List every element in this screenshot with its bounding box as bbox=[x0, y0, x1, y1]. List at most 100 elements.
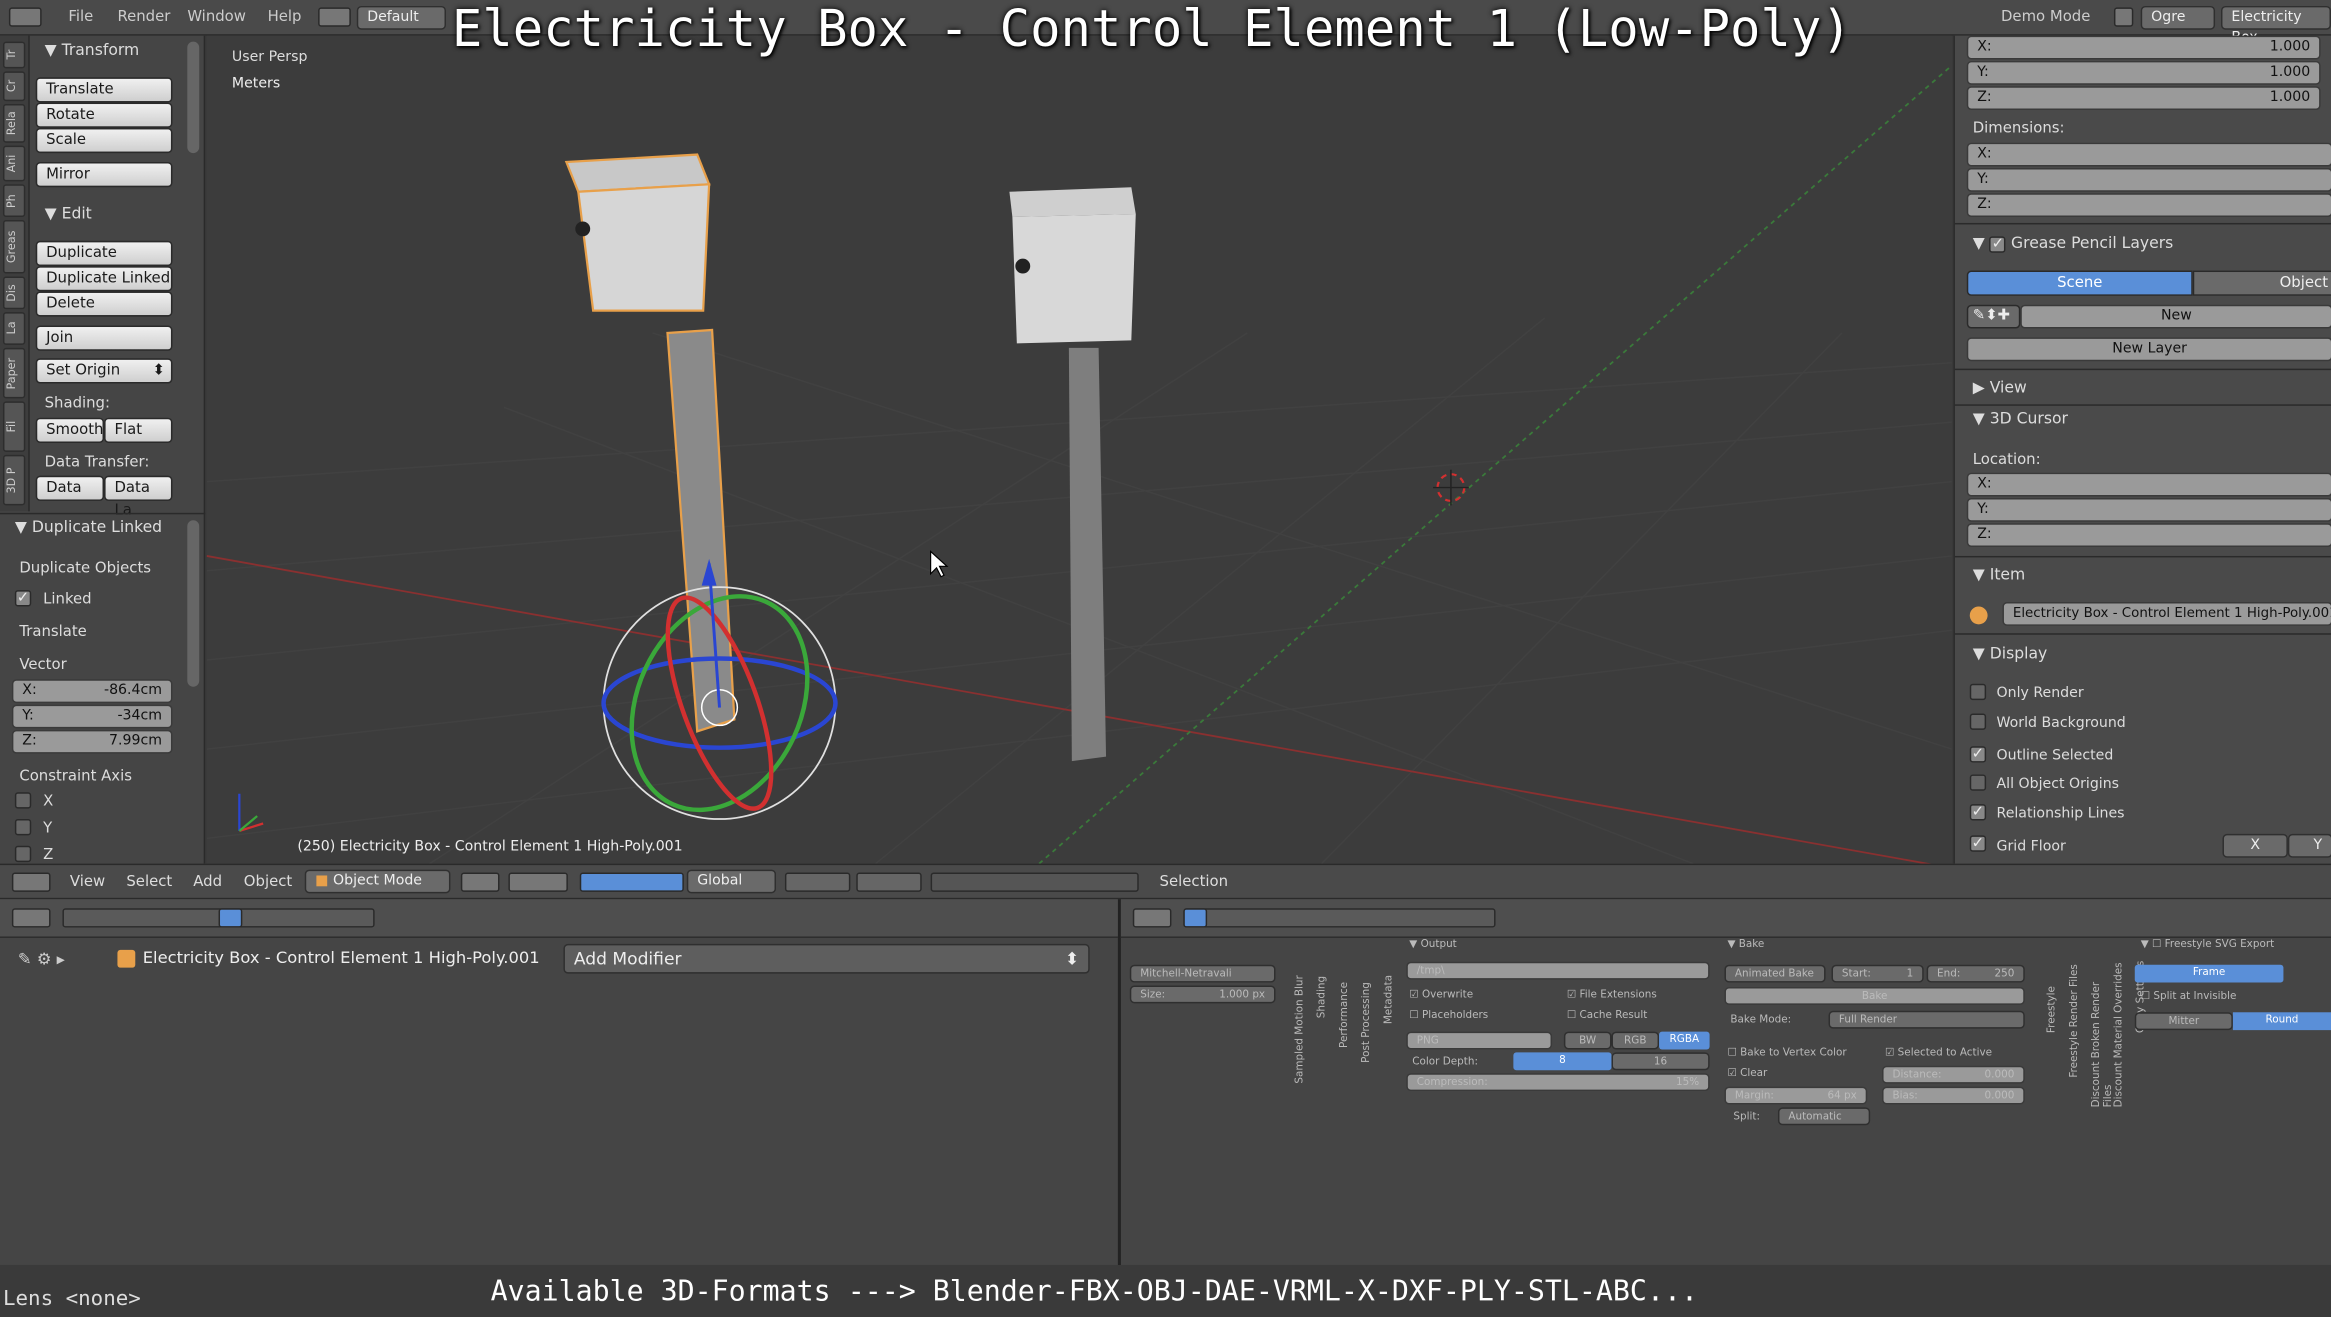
tab-object[interactable]: Object bbox=[2192, 270, 2331, 296]
join-button[interactable]: Join bbox=[35, 325, 173, 351]
rgb-button[interactable]: RGB bbox=[1611, 1031, 1660, 1050]
only-render-checkbox[interactable] bbox=[1969, 683, 1987, 701]
vtab-shading[interactable]: Shading bbox=[1316, 959, 1328, 1018]
engine-dropdown[interactable]: Ogre bbox=[2140, 5, 2216, 30]
3d-cursor-header[interactable]: ▼ 3D Cursor bbox=[1973, 410, 2068, 428]
tab-tools[interactable]: Tr bbox=[2, 41, 26, 69]
pencil-icon[interactable]: ✎⬍✚ bbox=[1966, 304, 2021, 329]
menu-object[interactable]: Object bbox=[244, 874, 292, 890]
tab-scene[interactable]: Scene bbox=[1966, 270, 2193, 296]
render-camera-icon[interactable] bbox=[1183, 908, 1208, 928]
3d-viewport[interactable]: User Persp Meters (250) Electricity Box … bbox=[206, 35, 1952, 864]
tab-physics[interactable]: Ph bbox=[2, 184, 26, 218]
scene-name[interactable]: Electricity Box bbox=[2220, 5, 2331, 46]
scale-x-field[interactable]: X: 1.000 bbox=[1966, 35, 2321, 60]
grease-pencil-header[interactable]: ▼ Grease Pencil Layers bbox=[1973, 235, 2174, 253]
duplicate-linked-button[interactable]: Duplicate Linked bbox=[35, 266, 173, 292]
tab-grease[interactable]: Greas bbox=[2, 219, 26, 274]
overwrite-option[interactable]: ☑ Overwrite bbox=[1409, 988, 1473, 1000]
bias-field[interactable]: Bias: 0.000 bbox=[1882, 1086, 2025, 1105]
placeholders-option[interactable]: ☐ Placeholders bbox=[1409, 1009, 1488, 1021]
cursor-z-field[interactable]: Z: bbox=[1966, 523, 2331, 548]
add-modifier-dropdown[interactable]: Add Modifier ⬍ bbox=[563, 943, 1090, 974]
vtab-freestyle[interactable]: Freestyle bbox=[2046, 959, 2058, 1033]
mode-dropdown[interactable]: ■ Object Mode bbox=[304, 869, 451, 894]
scale-z-field[interactable]: Z: 1.000 bbox=[1966, 86, 2321, 110]
operator-header[interactable]: ▼ Duplicate Linked bbox=[15, 519, 162, 537]
split-invisible-option[interactable]: ☐ Split at Invisible bbox=[2141, 990, 2237, 1002]
grid-floor-checkbox[interactable] bbox=[1969, 835, 1987, 852]
constraint-z-checkbox[interactable] bbox=[14, 845, 32, 863]
vector-y-field[interactable]: Y: -34cm bbox=[11, 704, 173, 729]
wrench-icon[interactable] bbox=[218, 908, 243, 928]
round-button[interactable]: Round bbox=[2232, 1012, 2331, 1031]
data-button[interactable]: Data bbox=[35, 475, 105, 501]
frame-button[interactable]: Frame bbox=[2134, 964, 2284, 983]
edit-header[interactable]: ▼ Edit bbox=[45, 205, 92, 223]
delete-button[interactable]: Delete bbox=[35, 291, 173, 317]
constraint-x-checkbox[interactable] bbox=[14, 792, 32, 809]
dim-x-field[interactable]: X: bbox=[1966, 142, 2331, 167]
cursor-x-field[interactable]: X: bbox=[1966, 472, 2331, 497]
3d-cursor[interactable] bbox=[1433, 469, 1469, 506]
vtab-freestyle-render-files[interactable]: Freestyle Render Files bbox=[2068, 959, 2080, 1078]
menu-select[interactable]: Select bbox=[126, 874, 172, 890]
snap-render-icons[interactable] bbox=[930, 872, 1139, 892]
editor-type-icon[interactable] bbox=[8, 7, 42, 27]
item-header[interactable]: ▼ Item bbox=[1973, 566, 2026, 584]
menu-add[interactable]: Add bbox=[193, 874, 222, 890]
layers-grid-1[interactable] bbox=[784, 872, 851, 892]
output-path-field[interactable]: /tmp\ bbox=[1406, 961, 1710, 980]
menu-view[interactable]: View bbox=[70, 874, 105, 890]
depth-8-button[interactable]: 8 bbox=[1513, 1052, 1612, 1071]
flat-button[interactable]: Flat bbox=[104, 417, 173, 443]
bake-header[interactable]: ▼ Bake bbox=[1727, 938, 1764, 950]
bake-vertex-color-option[interactable]: ☐ Bake to Vertex Color bbox=[1727, 1046, 1846, 1058]
menu-window[interactable]: Window bbox=[187, 9, 246, 25]
scale-y-field[interactable]: Y: 1.000 bbox=[1966, 60, 2321, 85]
tab-create[interactable]: Cr bbox=[2, 71, 26, 102]
freestyle-svg-header[interactable]: ▼ ☐ Freestyle SVG Export bbox=[2141, 938, 2274, 950]
grid-y-axis-toggle[interactable]: Y bbox=[2287, 833, 2331, 858]
vector-x-field[interactable]: X: -86.4cm bbox=[11, 679, 173, 704]
world-background-checkbox[interactable] bbox=[1969, 713, 1987, 730]
tab-3d-print[interactable]: 3D P bbox=[2, 454, 26, 506]
constraint-y-checkbox[interactable] bbox=[14, 819, 32, 836]
output-header[interactable]: ▼ Output bbox=[1409, 938, 1456, 950]
translate-button[interactable]: Translate bbox=[35, 77, 173, 103]
dim-y-field[interactable]: Y: bbox=[1966, 167, 2331, 192]
editor-type-icon[interactable] bbox=[1132, 908, 1172, 928]
bake-mode-dropdown[interactable]: Full Render bbox=[1828, 1010, 2025, 1029]
dim-z-field[interactable]: Z: bbox=[1966, 193, 2331, 218]
vtab-performance[interactable]: Performance bbox=[1338, 959, 1350, 1048]
bake-start-field[interactable]: Start: 1 bbox=[1831, 964, 1924, 983]
operator-scrollbar[interactable] bbox=[187, 520, 200, 687]
scale-button[interactable]: Scale bbox=[35, 127, 173, 154]
tab-layers[interactable]: La bbox=[2, 312, 26, 345]
menu-help[interactable]: Help bbox=[268, 9, 302, 25]
relationship-lines-checkbox[interactable] bbox=[1969, 804, 1987, 821]
compression-slider[interactable]: Compression: 15% bbox=[1406, 1073, 1710, 1092]
grid-x-axis-toggle[interactable]: X bbox=[2222, 833, 2288, 858]
margin-field[interactable]: Margin: 64 px bbox=[1724, 1086, 1868, 1105]
data-layers-button[interactable]: Data La bbox=[104, 475, 173, 519]
all-object-origins-checkbox[interactable] bbox=[1969, 774, 1987, 791]
bake-button[interactable]: Bake bbox=[1724, 987, 2025, 1005]
smooth-button[interactable]: Smooth bbox=[35, 417, 105, 443]
vtab-discount-broken[interactable]: Discount Broken Render Files bbox=[2090, 959, 2114, 1108]
new-layer-button[interactable]: New Layer bbox=[1966, 337, 2331, 362]
play-icon[interactable] bbox=[2113, 7, 2134, 27]
tool-shelf-scrollbar[interactable] bbox=[187, 41, 200, 154]
editor-type-icon[interactable] bbox=[11, 908, 51, 928]
layout-dropdown[interactable]: Default bbox=[356, 5, 446, 30]
view-header[interactable]: ▶ View bbox=[1973, 379, 2027, 397]
bake-end-field[interactable]: End: 250 bbox=[1926, 964, 2025, 983]
animated-bake-toggle[interactable]: Animated Bake bbox=[1724, 964, 1826, 983]
electricity-box-selected[interactable] bbox=[564, 153, 736, 733]
depth-16-button[interactable]: 16 bbox=[1611, 1052, 1710, 1071]
menu-file[interactable]: File bbox=[68, 9, 93, 25]
transform-header[interactable]: ▼ Transform bbox=[45, 42, 140, 60]
tab-display[interactable]: Dis bbox=[2, 276, 26, 310]
set-origin-dropdown[interactable]: Set Origin ⬍ bbox=[35, 358, 173, 384]
vtab-metadata[interactable]: Metadata bbox=[1383, 959, 1395, 1024]
